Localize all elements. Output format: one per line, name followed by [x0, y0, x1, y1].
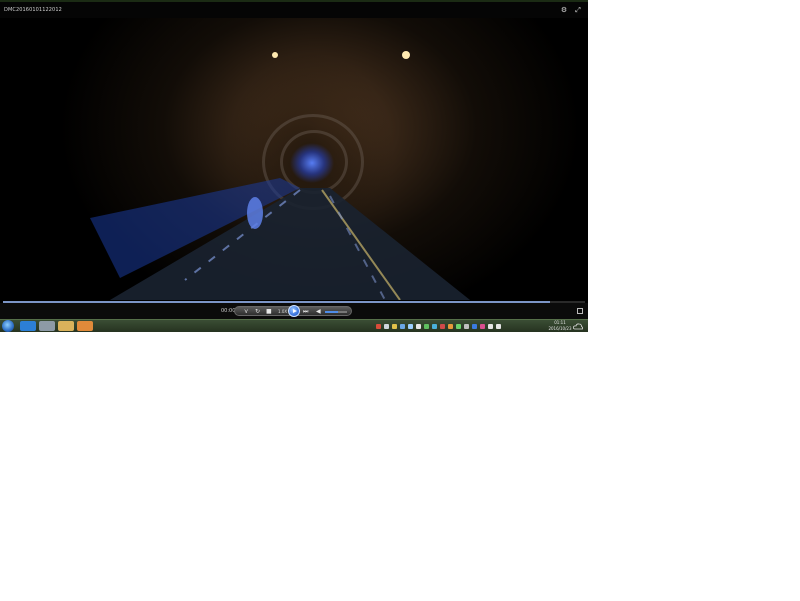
cloud-icon[interactable]: [573, 322, 583, 330]
windows-start-icon[interactable]: [2, 320, 14, 332]
tray-icon[interactable]: [392, 324, 397, 329]
taskbar: 01:11 2016/10/23: [0, 319, 588, 332]
tray-icon[interactable]: [416, 324, 421, 329]
speed-label[interactable]: 1.0X: [278, 309, 287, 314]
player-controls: 00:00 ⋎ ↻ ■ 1.0X ⏭ ◀: [0, 303, 588, 319]
tray-icon[interactable]: [408, 324, 413, 329]
clock-date: 2016/10/23: [548, 326, 572, 331]
volume-slider[interactable]: [325, 311, 347, 313]
tray-icon[interactable]: [432, 324, 437, 329]
tray-icon[interactable]: [424, 324, 429, 329]
video-frame[interactable]: [0, 18, 588, 300]
tray-icon[interactable]: [472, 324, 477, 329]
stop-icon[interactable]: ■: [266, 308, 272, 315]
system-tray: [376, 322, 546, 331]
volume-tray-icon[interactable]: [496, 324, 501, 329]
media-player-icon[interactable]: [39, 321, 55, 331]
tray-icon[interactable]: [456, 324, 461, 329]
next-icon[interactable]: ⏭: [303, 308, 308, 315]
speaker-icon[interactable]: ◀: [316, 308, 321, 315]
tray-icon[interactable]: [384, 324, 389, 329]
previous-icon[interactable]: ⋎: [244, 308, 248, 315]
tray-icon[interactable]: [480, 324, 485, 329]
tray-icon[interactable]: [440, 324, 445, 329]
fullscreen-icon[interactable]: ⤢: [574, 6, 582, 14]
network-icon[interactable]: [488, 324, 493, 329]
folder-icon[interactable]: [58, 321, 74, 331]
tray-icon[interactable]: [448, 324, 453, 329]
title-bar-icons: ⚙ ⤢: [560, 6, 582, 14]
gear-icon[interactable]: ⚙: [560, 6, 568, 14]
volume-level: [325, 311, 339, 313]
road-scene: [90, 51, 470, 300]
play-icon[interactable]: [288, 305, 300, 317]
screenshot-area: DMC20160101122012 ⚙ ⤢ 00:00 ⋎ ↻ ■ 1.0X ⏭…: [0, 0, 588, 332]
internet-explorer-icon[interactable]: [20, 321, 36, 331]
window-title: DMC20160101122012: [4, 7, 62, 13]
tray-icon[interactable]: [464, 324, 469, 329]
tray-icon[interactable]: [376, 324, 381, 329]
repeat-icon[interactable]: ↻: [255, 308, 260, 315]
cyclist-figure: [247, 197, 263, 229]
fullscreen-toggle-icon[interactable]: [577, 308, 583, 314]
control-pill: ⋎ ↻ ■ 1.0X ⏭ ◀: [234, 305, 352, 317]
taskbar-clock[interactable]: 01:11 2016/10/23: [546, 320, 574, 332]
title-bar: DMC20160101122012 ⚙ ⤢: [0, 0, 588, 18]
video-app-icon[interactable]: [77, 321, 93, 331]
tray-icon[interactable]: [400, 324, 405, 329]
